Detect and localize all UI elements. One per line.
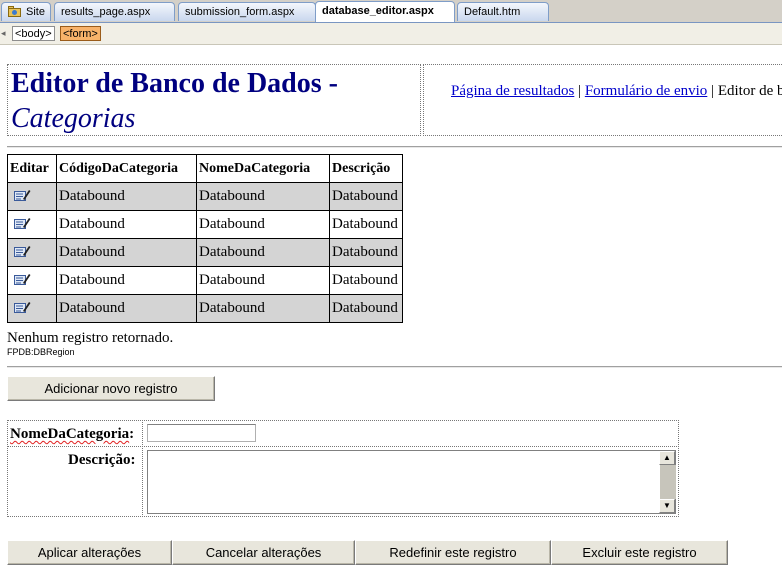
category-id-cell: Databound bbox=[56, 294, 197, 323]
divider bbox=[7, 146, 782, 148]
column-header-category-id: CódigoDaCategoria bbox=[56, 154, 197, 183]
category-name-cell: Databound bbox=[196, 182, 330, 211]
tab-database-editor[interactable]: database_editor.aspx bbox=[315, 1, 455, 22]
description-cell: Databound bbox=[329, 182, 403, 211]
navigation-cell: Página de resultados | Formulário de env… bbox=[423, 64, 782, 136]
add-record-button[interactable]: Adicionar novo registro bbox=[7, 376, 215, 401]
tag-form[interactable]: <form> bbox=[60, 26, 101, 41]
table-row: Databound Databound Databound bbox=[7, 210, 403, 239]
navigation-links: Página de resultados | Formulário de env… bbox=[451, 83, 782, 100]
nav-separator: | bbox=[707, 83, 718, 99]
category-id-cell: Databound bbox=[56, 182, 197, 211]
design-canvas: Editor de Banco de Dados - Categorias Pá… bbox=[0, 45, 782, 571]
table-header-row: Editar CódigoDaCategoria NomeDaCategoria… bbox=[7, 154, 403, 183]
edit-cell[interactable] bbox=[7, 210, 57, 239]
description-label: Descrição: bbox=[68, 452, 136, 468]
nav-separator: | bbox=[574, 83, 585, 99]
column-header-edit: Editar bbox=[7, 154, 57, 183]
category-id-cell: Databound bbox=[56, 238, 197, 267]
divider bbox=[7, 366, 782, 368]
description-cell: Databound bbox=[329, 238, 403, 267]
category-name-cell: Databound bbox=[196, 210, 330, 239]
category-name-cell: Databound bbox=[196, 266, 330, 295]
table-row: Databound Databound Databound bbox=[7, 182, 403, 211]
edit-record-icon bbox=[14, 218, 31, 229]
edit-cell[interactable] bbox=[7, 266, 57, 295]
category-name-input[interactable] bbox=[147, 424, 256, 442]
db-region-label: FPDB:DBRegion bbox=[7, 347, 75, 357]
tab-label: results_page.aspx bbox=[61, 6, 151, 18]
category-name-label-text: NomeDaCategoria bbox=[10, 426, 130, 442]
scroll-down-icon[interactable]: ▼ bbox=[659, 499, 675, 513]
column-header-description: Descrição bbox=[329, 154, 403, 183]
category-id-cell: Databound bbox=[56, 210, 197, 239]
tab-results-page[interactable]: results_page.aspx bbox=[54, 2, 175, 21]
edit-cell[interactable] bbox=[7, 238, 57, 267]
nav-link-results[interactable]: Página de resultados bbox=[451, 83, 574, 99]
edit-record-icon bbox=[14, 302, 31, 313]
form-grid-line bbox=[142, 420, 143, 517]
description-cell: Databound bbox=[329, 210, 403, 239]
delete-record-button[interactable]: Excluir este registro bbox=[551, 540, 728, 565]
category-name-cell: Databound bbox=[196, 238, 330, 267]
page-subtitle: Categorias bbox=[11, 103, 136, 134]
description-cell: Databound bbox=[329, 294, 403, 323]
textarea-scrollbar[interactable]: ▲ ▼ bbox=[659, 451, 676, 513]
page-title: Editor de Banco de Dados - bbox=[11, 68, 338, 99]
description-cell: Databound bbox=[329, 266, 403, 295]
tab-default[interactable]: Default.htm bbox=[457, 2, 549, 21]
title-cell: Editor de Banco de Dados - Categorias bbox=[7, 64, 421, 136]
tab-site[interactable]: Site bbox=[1, 2, 51, 21]
site-folder-icon bbox=[8, 6, 21, 17]
column-header-category-name: NomeDaCategoria bbox=[196, 154, 330, 183]
reset-record-button[interactable]: Redefinir este registro bbox=[355, 540, 551, 565]
scroll-up-icon[interactable]: ▲ bbox=[659, 451, 675, 465]
tab-label: database_editor.aspx bbox=[322, 5, 434, 17]
document-tab-strip: Site results_page.aspx submission_form.a… bbox=[0, 0, 782, 23]
edit-record-icon bbox=[14, 274, 31, 285]
empty-results-message: Nenhum registro retornado. bbox=[7, 330, 174, 346]
nav-link-submission[interactable]: Formulário de envio bbox=[585, 83, 707, 99]
description-textarea[interactable]: ▲ ▼ bbox=[147, 450, 676, 514]
tab-submission-form[interactable]: submission_form.aspx bbox=[178, 2, 316, 21]
tab-label: Site bbox=[26, 6, 45, 18]
edit-record-icon bbox=[14, 246, 31, 257]
tab-label: submission_form.aspx bbox=[185, 6, 295, 18]
tab-label: Default.htm bbox=[464, 6, 521, 18]
edit-cell[interactable] bbox=[7, 294, 57, 323]
cancel-changes-button[interactable]: Cancelar alterações bbox=[172, 540, 355, 565]
nav-current-page: Editor de banco de dados bbox=[717, 83, 782, 99]
chevron-left-icon[interactable]: ◂ bbox=[1, 27, 10, 40]
scroll-thumb[interactable] bbox=[659, 465, 676, 499]
table-row: Databound Databound Databound bbox=[7, 238, 403, 267]
category-name-cell: Databound bbox=[196, 294, 330, 323]
label-colon: : bbox=[129, 426, 135, 442]
quick-tag-selector: ◂ <body> <form> bbox=[0, 23, 782, 45]
tag-body[interactable]: <body> bbox=[12, 26, 55, 41]
category-id-cell: Databound bbox=[56, 266, 197, 295]
apply-changes-button[interactable]: Aplicar alterações bbox=[7, 540, 172, 565]
table-row: Databound Databound Databound bbox=[7, 294, 403, 323]
edit-cell[interactable] bbox=[7, 182, 57, 211]
category-name-label: NomeDaCategoria: bbox=[10, 426, 134, 443]
table-row: Databound Databound Databound bbox=[7, 266, 403, 295]
results-table: Editar CódigoDaCategoria NomeDaCategoria… bbox=[7, 154, 403, 323]
form-grid-line bbox=[7, 446, 679, 447]
edit-record-icon bbox=[14, 190, 31, 201]
